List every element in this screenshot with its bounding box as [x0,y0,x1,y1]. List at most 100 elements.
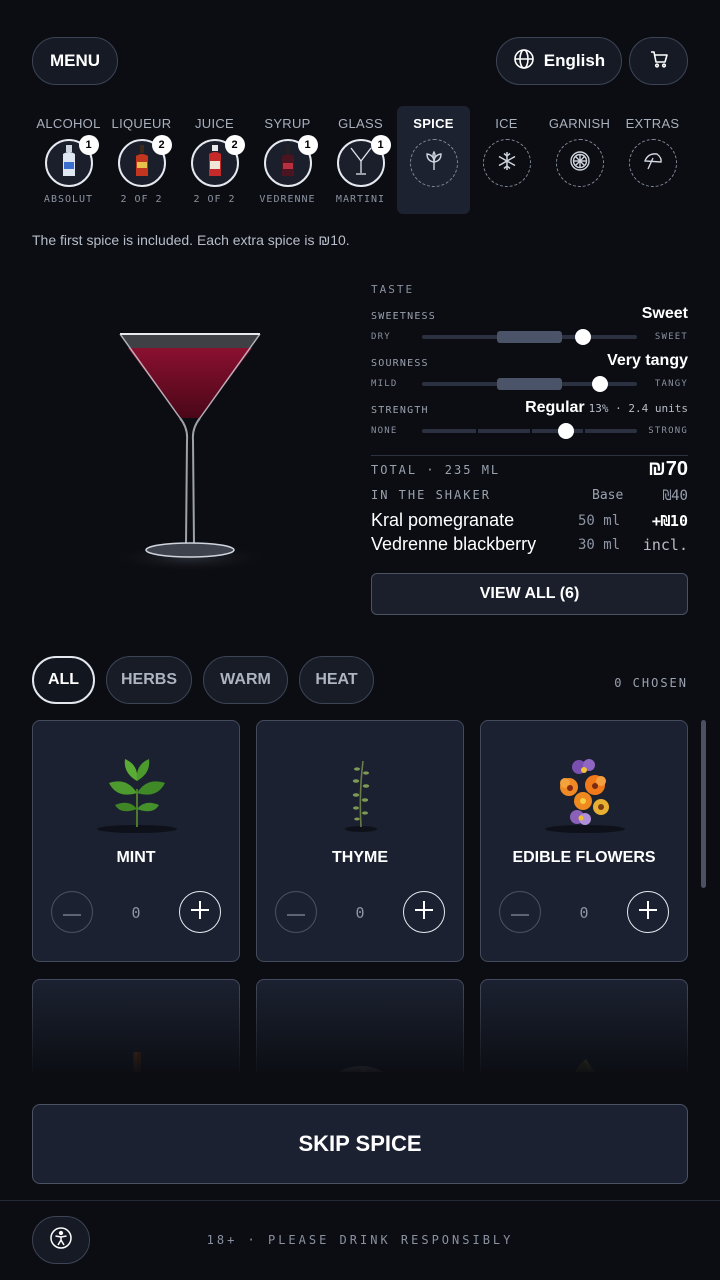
meter-name: SWEETNESS [371,311,436,322]
step-thumbnail [555,139,604,187]
shaker-header-row: IN THE SHAKER Base ₪40 [371,488,688,506]
mint-image [87,753,187,835]
spice-card-salt[interactable] [256,979,464,1072]
shaker-item-amount: 30 ml [578,537,621,553]
card-name: MINT [116,849,156,866]
total-price: ₪70 [648,458,688,480]
filter-herbs[interactable]: HERBS [106,656,192,704]
strength-meter: STRENGTH Regular 13% · 2.4 units NONE STR… [371,399,688,452]
taste-caption: TASTE [371,283,415,296]
shaker-item: Vedrenne blackberry 30 ml incl. [371,534,688,558]
cart-icon [649,49,669,74]
spice-grid: MINT 0 THYME 0 EDIBLE FLOWERS 0 [32,720,688,1072]
step-badge: 2 [224,135,245,155]
salt-image [311,1012,411,1072]
step-badge: 2 [151,135,172,155]
meter-name: SOURNESS [371,358,429,369]
vodka-bottle-icon [60,144,78,183]
step-selection: 2 OF 2 [193,194,236,205]
step-juice[interactable]: JUICE 2 2 OF 2 [178,106,251,214]
step-thumbnail [409,139,458,187]
shaker-item-name: Kral pomegranate [371,510,515,530]
step-liqueur[interactable]: LIQUEUR 2 2 OF 2 [105,106,178,214]
sweetness-meter: SWEETNESS Sweet DRY SWEET [371,305,688,358]
spice-pricing-notice: The first spice is included. Each extra … [32,232,350,248]
spice-card-edible-flowers[interactable]: EDIBLE FLOWERS 0 [480,720,688,962]
step-glass[interactable]: GLASS 1 MARTINI [324,106,397,214]
view-all-button[interactable]: VIEW ALL (6) [371,573,688,615]
shaker-item-amount: 50 ml [578,513,621,529]
step-alcohol[interactable]: ALCOHOL 1 ABSOLUT [32,106,105,214]
grid-scrollbar[interactable] [701,720,706,888]
meter-thumb [592,376,609,392]
skip-spice-button[interactable]: SKIP SPICE [32,1104,688,1184]
step-thumbnail [482,139,531,187]
meter-thumb [575,329,592,345]
language-label: English [543,51,606,70]
step-thumbnail: 1 [263,135,318,187]
responsibility-notice: 18+ · PLEASE DRINK RESPONSIBLY [206,1233,514,1247]
juice-bottle-icon [206,144,224,183]
filter-heat[interactable]: HEAT [299,656,374,704]
spice-card-mint[interactable]: MINT 0 [32,720,240,962]
increase-button[interactable] [627,891,669,933]
liqueur-bottle-icon [133,144,151,183]
meter-max-label: TANGY [654,379,688,389]
step-selection: 2 OF 2 [120,194,163,205]
step-label: JUICE [194,116,235,131]
increase-button[interactable] [403,891,445,933]
step-badge: 1 [297,135,318,155]
spice-card-thyme[interactable]: THYME 0 [256,720,464,962]
step-thumbnail: 1 [44,135,99,187]
card-name: EDIBLE FLOWERS [512,849,656,866]
menu-button[interactable]: MENU [32,37,118,85]
step-label: GARNISH [548,116,611,131]
meter-track [422,329,637,345]
meter-max-label: SWEET [654,332,688,342]
divider [371,455,688,456]
total-row: TOTAL · 235 ML ₪70 [371,458,688,481]
step-selection: VEDRENNE [259,194,316,205]
shaker-item: Kral pomegranate 50 ml +₪10 [371,510,688,534]
filter-all[interactable]: ALL [32,656,95,704]
spice-card-cinnamon[interactable] [32,979,240,1072]
step-badge: 1 [370,135,391,155]
meter-value: Very tangy [607,352,688,369]
step-garnish[interactable]: GARNISH [543,106,616,214]
meter-track [422,376,637,392]
step-thumbnail [628,139,677,187]
step-label: SPICE [413,116,454,131]
globe-icon [513,48,535,75]
step-navigation: ALCOHOL 1 ABSOLUT LIQUEUR 2 2 OF 2 JUICE… [32,106,688,214]
meter-thumb [558,423,575,439]
step-ice[interactable]: ICE [470,106,543,214]
meter-min-label: DRY [371,332,391,342]
meter-value: Sweet [641,305,688,322]
shaker-label: IN THE SHAKER [371,488,491,502]
step-spice[interactable]: SPICE [397,106,470,214]
step-syrup[interactable]: SYRUP 1 VEDRENNE [251,106,324,214]
meter-track [422,423,637,439]
step-label: ICE [495,116,518,131]
syrup-bottle-icon [279,144,297,183]
meter-range [497,378,562,390]
step-thumbnail: 2 [117,135,172,187]
pepper-image [535,1012,635,1072]
plus-icon [415,900,433,924]
strength-value: Regular [525,399,585,416]
shaker-item-name: Vedrenne blackberry [371,534,537,554]
filter-warm[interactable]: WARM [203,656,288,704]
increase-button[interactable] [179,891,221,933]
snowflake-icon [496,150,518,177]
meter-value: Regular 13% · 2.4 units [525,399,688,417]
step-extras[interactable]: EXTRAS [616,106,689,214]
spice-card-pepper[interactable] [480,979,688,1072]
leaf-icon [423,150,445,177]
step-label: ALCOHOL [36,116,101,131]
shaker-item-price: incl. [642,536,688,554]
cart-button[interactable] [629,37,688,85]
base-price: ₪40 [662,488,688,504]
card-name: THYME [332,849,388,866]
language-button[interactable]: English [496,37,622,85]
martini-glass-icon [349,145,373,182]
